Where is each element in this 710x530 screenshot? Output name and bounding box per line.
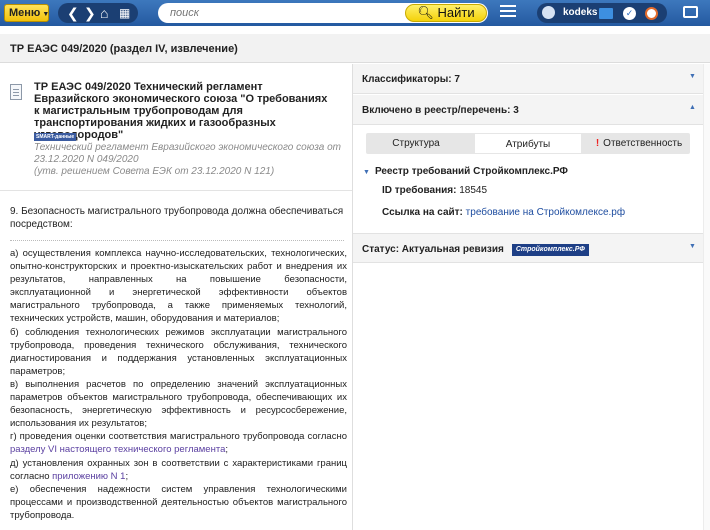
req-id-label: ID требования:: [382, 185, 457, 196]
tab-structure[interactable]: Структура: [366, 133, 466, 154]
chevron-down-icon: ▼: [42, 11, 50, 18]
included-label: Включено в реестр/перечень: 3: [362, 105, 519, 116]
document-name: ТР ЕАЭС 049/2020 Технический регламент Е…: [34, 81, 328, 141]
document-body: а) осуществления комплекса научно-исслед…: [10, 247, 347, 522]
status-badge: Стройкомплекс.РФ: [511, 244, 589, 256]
classifiers-label: Классификаторы: 7: [362, 74, 460, 85]
user-panel: kodeks ✓: [537, 3, 667, 23]
scrollbar[interactable]: [703, 64, 710, 530]
document-title-bar: ТР ЕАЭС 049/2020 (раздел IV, извлечение): [0, 34, 710, 63]
tab-attributes[interactable]: Атрибуты: [474, 133, 582, 154]
back-arrow-icon[interactable]: ❮: [67, 3, 79, 23]
item-d-end: ;: [125, 470, 129, 482]
forward-arrow-icon[interactable]: ❯: [84, 3, 96, 23]
home-icon[interactable]: ⌂: [100, 3, 108, 23]
list-item: в) выполнения расчетов по определению зн…: [10, 378, 347, 430]
folder-icon[interactable]: [599, 8, 613, 19]
list-item: а) осуществления комплекса научно-исслед…: [10, 248, 347, 325]
site-link: Ссылка на сайт: требование на Стройкомле…: [382, 207, 625, 218]
list-item: б) соблюдения технологических режимов эк…: [10, 326, 347, 377]
status-row[interactable]: Статус: Актуальная ревизия Стройкомплекс.…: [353, 233, 703, 263]
username[interactable]: kodeks: [563, 7, 597, 18]
item-g-text: г) проведения оценки соответствия магист…: [10, 431, 347, 443]
document-subtitle: Технический регламент Евразийского эконо…: [34, 142, 344, 178]
registry-title-text: Реестр требований Стройкомплекс.РФ: [374, 166, 568, 177]
document-panel: ТР ЕАЭС 049/2020 Технический регламент Е…: [0, 64, 352, 530]
warning-icon: !: [595, 138, 600, 149]
top-toolbar: Меню▼ ❮ ❯ ⌂ ▦ 🔍︎ Найти kodeks ✓: [0, 0, 710, 26]
menu-label: Меню: [9, 7, 41, 19]
classifiers-row[interactable]: Классификаторы: 7 ▼: [353, 64, 703, 94]
tab-responsibility[interactable]: ! Ответственность: [588, 133, 690, 154]
section-link[interactable]: разделу VI настоящего технического регла…: [10, 444, 225, 455]
included-registry-row[interactable]: Включено в реестр/перечень: 3 ▲: [353, 95, 703, 125]
triangle-down-icon: ▼: [363, 169, 370, 176]
tab-bar: Структура Атрибуты ! Ответственность: [366, 133, 690, 154]
req-id-value: 18545: [459, 185, 488, 196]
navigation-group: ❮ ❯ ⌂ ▦: [58, 3, 138, 23]
item-g-end: ;: [225, 444, 229, 456]
list-item: е) обеспечения надежности систем управле…: [10, 483, 347, 521]
status-label: Статус: Актуальная ревизия: [362, 244, 504, 255]
appendix-link[interactable]: приложению N 1: [52, 471, 125, 482]
registry-details: Структура Атрибуты ! Ответственность ▼ Рее…: [353, 125, 703, 233]
chevron-down-icon: ▼: [689, 73, 696, 80]
registry-title[interactable]: ▼ Реестр требований Стройкомплекс.РФ: [363, 166, 568, 177]
hamburger-icon[interactable]: [500, 5, 516, 19]
find-button[interactable]: 🔍︎ Найти: [405, 4, 487, 22]
smart-data-badge[interactable]: SMART-данные: [34, 133, 77, 141]
site-link-label: Ссылка на сайт:: [382, 207, 463, 218]
apps-grid-icon[interactable]: ▦: [119, 3, 130, 23]
list-item: г) проведения оценки соответствия магист…: [10, 430, 347, 456]
document-subtitle-line2: (утв. решением Совета ЕЭК от 23.12.2020 …: [34, 166, 275, 177]
site-link-value[interactable]: требование на Стройкомлексе.рф: [466, 207, 625, 218]
menu-button[interactable]: Меню ▼: [4, 4, 49, 22]
dotted-divider: [10, 240, 344, 241]
check-circle-icon[interactable]: ✓: [623, 7, 636, 20]
requirement-id: ID требования: 18545: [382, 185, 487, 196]
document-icon: [10, 84, 22, 100]
clock-icon[interactable]: [645, 7, 658, 20]
search-icon: 🔍︎: [417, 5, 434, 20]
chevron-up-icon: ▲: [689, 104, 696, 111]
divider: [0, 190, 352, 191]
search-input[interactable]: [170, 5, 400, 21]
chat-icon[interactable]: [683, 6, 698, 18]
clause-title: 9. Безопасность магистрального трубопров…: [10, 206, 344, 230]
list-item: д) установления охранных зон в соответст…: [10, 457, 347, 483]
document-subtitle-line1: Технический регламент Евразийского эконо…: [34, 142, 341, 165]
status-label-wrap: Статус: Актуальная ревизия Стройкомплекс.…: [362, 244, 589, 256]
chevron-down-icon: ▼: [689, 243, 696, 250]
user-avatar-icon[interactable]: [542, 6, 555, 19]
page-title: ТР ЕАЭС 049/2020 (раздел IV, извлечение): [10, 43, 238, 55]
find-label: Найти: [437, 5, 475, 20]
tab-responsibility-label: Ответственность: [603, 138, 683, 149]
